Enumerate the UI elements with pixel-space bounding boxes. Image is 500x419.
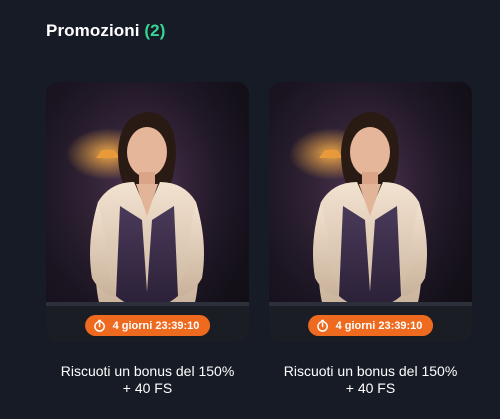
promotion-title-line1: Riscuoti un bonus del 150% <box>60 363 235 379</box>
dealer-illustration <box>46 82 249 342</box>
dealer-illustration <box>269 82 472 342</box>
stopwatch-icon <box>93 319 107 333</box>
promotions-page: Promozioni (2) 4 giorni 23:39:10 Riscuot… <box>0 0 500 419</box>
promotion-card[interactable]: 4 giorni 23:39:10 Riscuoti un bonus del … <box>46 82 249 398</box>
timer-text: 4 giorni 23:39:10 <box>335 319 423 332</box>
promotion-image[interactable] <box>46 82 249 342</box>
timer-badge: 4 giorni 23:39:10 <box>84 315 211 336</box>
promotion-title-line2: + 40 FS <box>122 380 173 396</box>
promotion-title[interactable]: Riscuoti un bonus del 150% + 40 FS <box>46 363 249 397</box>
promotion-image[interactable] <box>269 82 472 342</box>
promotion-count: (2) <box>144 21 166 40</box>
section-title: Promozioni (2) <box>46 21 165 41</box>
promotion-title-line2: + 40 FS <box>345 380 396 396</box>
promotion-card[interactable]: 4 giorni 23:39:10 Riscuoti un bonus del … <box>269 82 472 398</box>
timer-badge: 4 giorni 23:39:10 <box>307 315 434 336</box>
stopwatch-icon <box>316 319 330 333</box>
promotion-title-line1: Riscuoti un bonus del 150% <box>283 363 458 379</box>
timer-text: 4 giorni 23:39:10 <box>112 319 200 332</box>
section-title-text: Promozioni <box>46 21 140 40</box>
promotion-title[interactable]: Riscuoti un bonus del 150% + 40 FS <box>269 363 472 397</box>
